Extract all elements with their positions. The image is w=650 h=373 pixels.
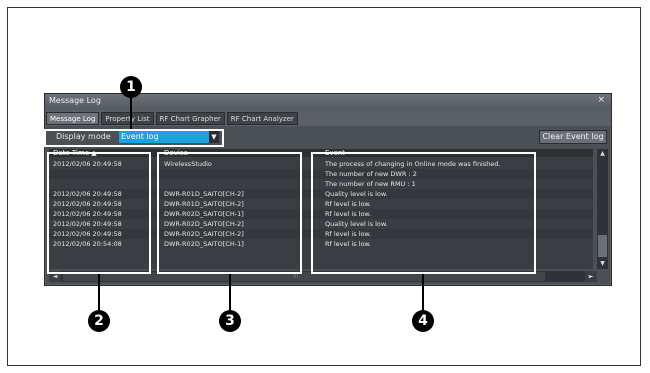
- clear-event-log-button[interactable]: Clear Event log: [539, 130, 607, 144]
- scroll-right-icon[interactable]: ►: [585, 271, 597, 282]
- tab-message-log[interactable]: Message Log: [46, 112, 100, 125]
- tab-rf-chart-analyzer[interactable]: RF Chart Analyzer: [226, 112, 298, 125]
- callout-badge-3: 3: [219, 310, 241, 332]
- vertical-scrollbar[interactable]: ▲ ▼: [597, 149, 608, 269]
- leader-line-3: [229, 274, 231, 310]
- callout-box-event-column: [311, 152, 536, 274]
- window-title: Message Log: [49, 96, 101, 105]
- leader-line-1: [130, 97, 132, 129]
- leader-line-4: [422, 274, 424, 310]
- tab-rf-chart-grapher[interactable]: RF Chart Grapher: [155, 112, 225, 125]
- scroll-thumb[interactable]: [598, 235, 607, 257]
- scroll-down-icon[interactable]: ▼: [597, 259, 608, 269]
- close-icon[interactable]: ×: [597, 95, 605, 105]
- tab-bar: Message Log Property List RF Chart Graph…: [46, 112, 298, 125]
- callout-box-date-column: [47, 152, 151, 274]
- leader-line-2: [98, 274, 100, 310]
- scroll-up-icon[interactable]: ▲: [597, 149, 608, 159]
- callout-box-device-column: [157, 152, 302, 274]
- callout-badge-2: 2: [88, 310, 110, 332]
- callout-badge-4: 4: [412, 310, 434, 332]
- tab-property-list[interactable]: Property List: [101, 112, 154, 125]
- callout-box-display-mode: [44, 129, 224, 147]
- callout-badge-1: 1: [120, 76, 142, 98]
